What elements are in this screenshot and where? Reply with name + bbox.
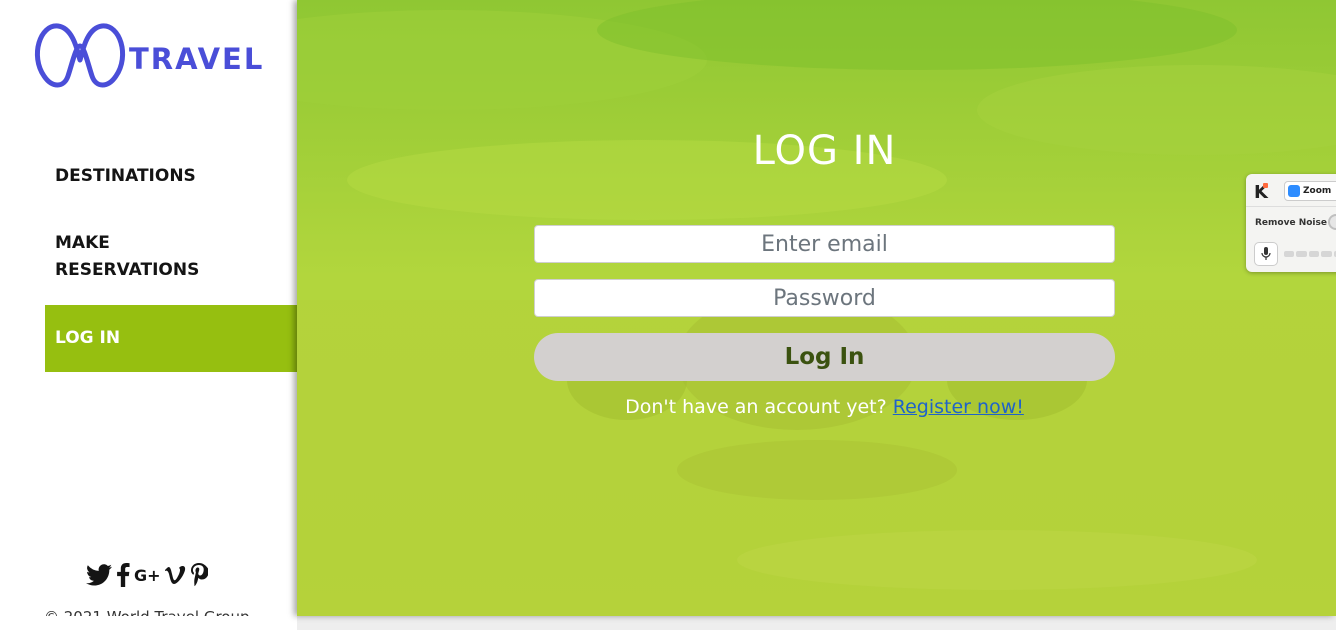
- facebook-icon[interactable]: [116, 563, 130, 587]
- vimeo-icon[interactable]: [164, 565, 186, 585]
- page-bottom-strip: [0, 616, 1336, 630]
- widget-logo-dot: [1263, 183, 1268, 188]
- remove-noise-label: Remove Noise: [1255, 218, 1327, 228]
- sidebar-item-make-reservations[interactable]: MAKE RESERVATIONS: [45, 230, 245, 284]
- zoom-icon: [1288, 185, 1300, 197]
- page-title: LOG IN: [752, 128, 897, 174]
- register-now-link[interactable]: Register now!: [893, 396, 1024, 418]
- sidebar: TRAVEL DESTINATIONS MAKE RESERVATIONS LO…: [0, 0, 297, 630]
- mic-level-meter: [1284, 251, 1336, 257]
- password-field[interactable]: [534, 279, 1115, 317]
- sidebar-item-destinations[interactable]: DESTINATIONS: [45, 163, 297, 190]
- register-prompt-text: Don't have an account yet?: [625, 396, 887, 418]
- zoom-label: Zoom: [1303, 186, 1332, 196]
- noise-cancel-widget: K Zoom Remove Noise: [1246, 174, 1336, 272]
- register-prompt: Don't have an account yet? Register now!: [297, 396, 1336, 418]
- svg-text:G+: G+: [134, 566, 160, 584]
- remove-noise-toggle[interactable]: [1328, 214, 1336, 230]
- social-links: G+: [86, 563, 208, 587]
- brand-logo[interactable]: TRAVEL: [34, 16, 266, 94]
- sidebar-item-log-in[interactable]: LOG IN: [45, 305, 297, 372]
- log-in-button[interactable]: Log In: [534, 333, 1115, 381]
- widget-divider: [1246, 206, 1336, 207]
- brand-name: TRAVEL: [129, 42, 265, 76]
- microphone-icon[interactable]: [1254, 242, 1278, 266]
- email-field[interactable]: [534, 225, 1115, 263]
- pinterest-icon[interactable]: [190, 563, 208, 587]
- twitter-icon[interactable]: [86, 564, 112, 586]
- login-hero: LOG IN Log In Don't have an account yet?…: [297, 0, 1336, 616]
- infinity-m-logo-icon: [34, 23, 126, 88]
- google-plus-icon[interactable]: G+: [134, 566, 160, 584]
- zoom-selector[interactable]: Zoom: [1284, 181, 1336, 201]
